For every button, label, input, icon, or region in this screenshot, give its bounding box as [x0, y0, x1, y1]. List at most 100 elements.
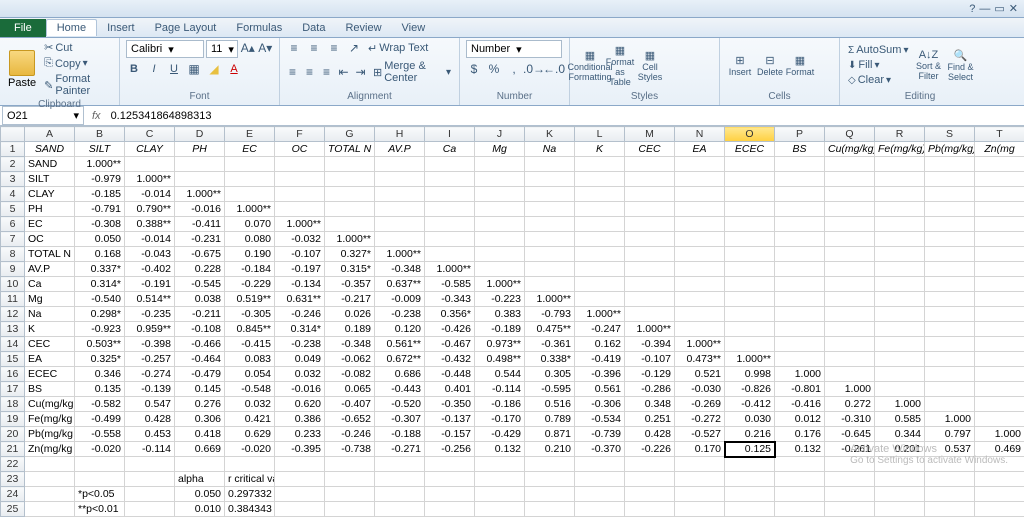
col-header[interactable]: B	[75, 127, 125, 142]
cell[interactable]: -0.791	[75, 202, 125, 217]
cell[interactable]	[825, 367, 875, 382]
cell[interactable]: -0.979	[75, 172, 125, 187]
cell[interactable]: 0.054	[225, 367, 275, 382]
indent-inc-icon[interactable]: ⇥	[354, 64, 367, 80]
cell[interactable]	[375, 457, 425, 472]
cell[interactable]: Ca	[25, 277, 75, 292]
cell[interactable]: CLAY	[125, 142, 175, 157]
cell[interactable]: 0.050	[75, 232, 125, 247]
cell[interactable]: -0.235	[125, 307, 175, 322]
cell[interactable]: -0.448	[425, 367, 475, 382]
col-header[interactable]: P	[775, 127, 825, 142]
cell[interactable]	[925, 172, 975, 187]
cell[interactable]	[925, 262, 975, 277]
cell[interactable]: 1.000**	[725, 352, 775, 367]
cell[interactable]: -0.395	[275, 442, 325, 457]
cell[interactable]	[575, 457, 625, 472]
cell[interactable]: -0.231	[175, 232, 225, 247]
cell[interactable]: 0.514**	[125, 292, 175, 307]
cell[interactable]: -0.246	[325, 427, 375, 442]
cell[interactable]: SAND	[25, 142, 75, 157]
cell[interactable]	[875, 382, 925, 397]
cell[interactable]	[75, 457, 125, 472]
row-header[interactable]: 12	[1, 307, 25, 322]
cell[interactable]	[925, 337, 975, 352]
cell[interactable]	[825, 262, 875, 277]
cell[interactable]: -0.032	[275, 232, 325, 247]
italic-icon[interactable]: I	[146, 61, 162, 77]
cell[interactable]: 0.120	[375, 322, 425, 337]
cell[interactable]: -0.595	[525, 382, 575, 397]
cell[interactable]: 0.315*	[325, 262, 375, 277]
cell[interactable]	[275, 202, 325, 217]
cell[interactable]: 0.547	[125, 397, 175, 412]
cell[interactable]: EC	[25, 217, 75, 232]
cell[interactable]: 0.561**	[375, 337, 425, 352]
cell[interactable]	[875, 277, 925, 292]
cell[interactable]: CEC	[625, 142, 675, 157]
cell[interactable]: 0.251	[625, 412, 675, 427]
cell[interactable]: 0.338*	[525, 352, 575, 367]
cell[interactable]	[225, 172, 275, 187]
clear-button[interactable]: ◇ Clear ▾	[846, 73, 910, 87]
cell[interactable]	[525, 262, 575, 277]
cell[interactable]	[525, 187, 575, 202]
cell[interactable]: 0.083	[225, 352, 275, 367]
cell[interactable]: 0.216	[725, 427, 775, 442]
cell[interactable]: -0.429	[475, 427, 525, 442]
cell[interactable]	[125, 457, 175, 472]
copy-button[interactable]: ⎘Copy ▾	[42, 56, 113, 71]
cell[interactable]	[275, 172, 325, 187]
cell[interactable]: -0.286	[625, 382, 675, 397]
cell[interactable]: 0.170	[675, 442, 725, 457]
cell[interactable]: -0.558	[75, 427, 125, 442]
cell[interactable]	[925, 202, 975, 217]
currency-icon[interactable]: $	[466, 61, 482, 77]
fill-button[interactable]: ⬇ Fill ▾	[846, 58, 910, 72]
cell[interactable]	[825, 352, 875, 367]
cell[interactable]: -0.211	[175, 307, 225, 322]
cell[interactable]: 0.428	[625, 427, 675, 442]
cell[interactable]	[325, 187, 375, 202]
cell[interactable]	[475, 247, 525, 262]
cell[interactable]	[825, 247, 875, 262]
cell[interactable]	[625, 457, 675, 472]
align-mid-icon[interactable]: ≡	[306, 40, 322, 56]
cell[interactable]	[475, 202, 525, 217]
cell[interactable]	[725, 262, 775, 277]
cell[interactable]: -0.226	[625, 442, 675, 457]
cell-styles-button[interactable]: ▦Cell Styles	[636, 51, 664, 79]
col-header[interactable]: D	[175, 127, 225, 142]
col-header[interactable]: C	[125, 127, 175, 142]
row-header[interactable]: 13	[1, 322, 25, 337]
cell[interactable]	[475, 172, 525, 187]
cell[interactable]: K	[575, 142, 625, 157]
cell[interactable]	[975, 382, 1024, 397]
cell[interactable]	[425, 157, 475, 172]
cell[interactable]: -0.114	[475, 382, 525, 397]
cell[interactable]: -0.398	[125, 337, 175, 352]
cell[interactable]	[775, 322, 825, 337]
font-name-select[interactable]: Calibri▾	[126, 40, 204, 58]
cell[interactable]	[775, 217, 825, 232]
cell[interactable]: Ca	[425, 142, 475, 157]
cell[interactable]	[675, 217, 725, 232]
cell[interactable]	[775, 247, 825, 262]
row-header[interactable]: 14	[1, 337, 25, 352]
cell[interactable]: 0.049	[275, 352, 325, 367]
cell[interactable]: 1.000**	[575, 307, 625, 322]
cell[interactable]	[625, 307, 675, 322]
cell[interactable]	[525, 202, 575, 217]
cell[interactable]: 0.383	[475, 307, 525, 322]
cell[interactable]: 0.631**	[275, 292, 325, 307]
col-header[interactable]: I	[425, 127, 475, 142]
cell[interactable]	[325, 217, 375, 232]
cell[interactable]	[625, 292, 675, 307]
cell[interactable]	[375, 217, 425, 232]
cell[interactable]	[825, 232, 875, 247]
cell[interactable]	[175, 172, 225, 187]
tab-home[interactable]: Home	[46, 19, 97, 36]
cell[interactable]	[575, 277, 625, 292]
cell[interactable]: alpha	[175, 472, 225, 487]
cell[interactable]: -0.134	[275, 277, 325, 292]
